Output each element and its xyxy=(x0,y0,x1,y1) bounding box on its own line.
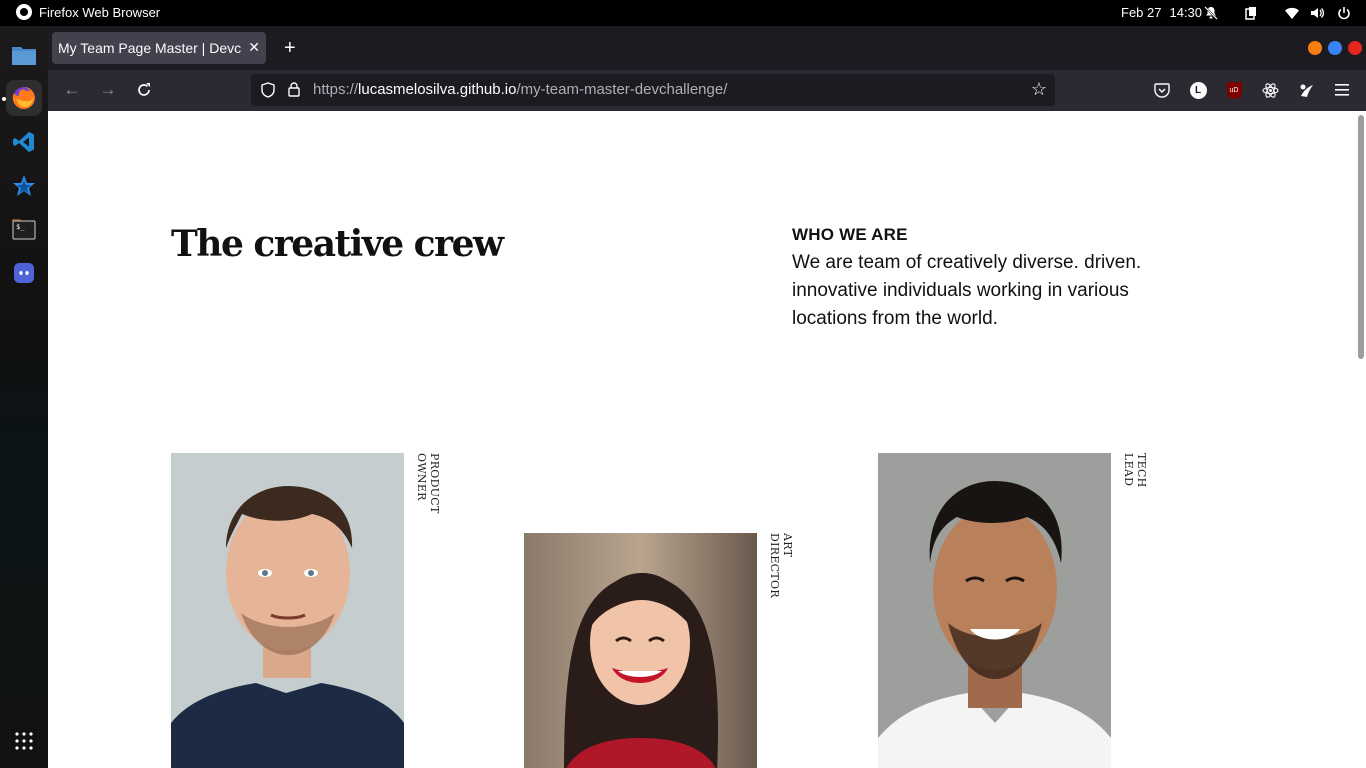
who-we-are-section: WHO WE ARE We are team of creatively div… xyxy=(792,225,1182,333)
react-devtools-icon[interactable] xyxy=(1260,80,1280,100)
url-host: lucasmelosilva.github.io xyxy=(358,81,517,98)
vscode-icon[interactable] xyxy=(6,124,42,160)
reload-button[interactable] xyxy=(133,79,155,101)
page-viewport: The creative crew WHO WE ARE We are team… xyxy=(48,111,1366,768)
app-grid-icon[interactable] xyxy=(6,723,42,759)
pocket-icon[interactable] xyxy=(1152,80,1172,100)
page-scrollbar[interactable] xyxy=(1358,115,1364,359)
terminal-icon[interactable]: $_ xyxy=(6,212,42,248)
tracking-protection-icon[interactable] xyxy=(261,82,275,98)
account-avatar[interactable]: L xyxy=(1188,80,1208,100)
new-tab-button[interactable]: + xyxy=(284,36,296,60)
who-we-are-heading: WHO WE ARE xyxy=(792,225,908,244)
ublock-label: uD xyxy=(1226,81,1242,99)
who-we-are-text: We are team of creatively diverse. drive… xyxy=(792,252,1142,329)
url-scheme: https:// xyxy=(313,81,359,98)
clipboard-icon[interactable] xyxy=(1244,6,1258,20)
discord-icon[interactable] xyxy=(6,255,42,291)
page-headline: The creative crew xyxy=(171,223,504,265)
ublock-icon[interactable]: uD xyxy=(1224,80,1244,100)
svg-text:$_: $_ xyxy=(16,223,25,231)
tab-strip: My Team Page Master | Devc ✕ + xyxy=(48,26,1366,70)
forward-button[interactable]: → xyxy=(97,79,119,101)
time-label: 14:30 xyxy=(1169,5,1203,20)
files-icon[interactable] xyxy=(6,37,42,73)
notifications-off-icon[interactable] xyxy=(1204,6,1218,20)
browser-chrome: My Team Page Master | Devc ✕ + ← → https… xyxy=(48,26,1366,111)
volume-icon[interactable] xyxy=(1310,6,1325,20)
window-controls xyxy=(1308,41,1362,55)
close-window-button[interactable] xyxy=(1348,41,1362,55)
url-bar[interactable]: https://lucasmelosilva.github.io/my-team… xyxy=(251,74,1055,106)
tab-active[interactable]: My Team Page Master | Devc ✕ xyxy=(52,32,266,64)
minimize-button[interactable] xyxy=(1308,41,1322,55)
tab-close-icon[interactable]: ✕ xyxy=(248,39,260,56)
starred-app-icon[interactable] xyxy=(6,168,42,204)
member-photo xyxy=(171,453,404,768)
url-path: /my-team-master-devchallenge/ xyxy=(516,81,728,98)
active-app-name: Firefox Web Browser xyxy=(39,4,161,20)
active-app-indicator[interactable]: Firefox Web Browser xyxy=(16,4,160,20)
member-photo xyxy=(524,533,757,768)
system-top-bar: Firefox Web Browser Feb 27 14:30 xyxy=(0,0,1366,26)
member-role: ART DIRECTOR xyxy=(768,533,794,598)
menu-icon[interactable] xyxy=(1332,80,1352,100)
power-icon[interactable] xyxy=(1337,6,1351,20)
extension-icon[interactable] xyxy=(1296,80,1316,100)
lock-icon[interactable] xyxy=(288,82,300,97)
firefox-dock-icon[interactable] xyxy=(6,80,42,116)
member-photo xyxy=(878,453,1111,768)
account-initial: L xyxy=(1189,81,1207,99)
date-label: Feb 27 xyxy=(1121,5,1162,20)
navigation-toolbar: ← → https://lucasmelosilva.github.io/my-… xyxy=(48,70,1366,111)
bookmark-star-icon[interactable]: ☆ xyxy=(1031,79,1047,100)
clock[interactable]: Feb 27 14:30 xyxy=(1121,5,1202,20)
back-button[interactable]: ← xyxy=(61,79,83,101)
url-text[interactable]: https://lucasmelosilva.github.io/my-team… xyxy=(313,81,727,98)
wifi-icon[interactable] xyxy=(1285,6,1299,20)
firefox-icon xyxy=(16,4,32,20)
maximize-button[interactable] xyxy=(1328,41,1342,55)
tab-title: My Team Page Master | Devc xyxy=(58,40,242,56)
member-role: TECH LEAD xyxy=(1122,453,1148,488)
dock: $_ xyxy=(0,26,48,768)
member-role: PRODUCT OWNER xyxy=(415,453,441,514)
